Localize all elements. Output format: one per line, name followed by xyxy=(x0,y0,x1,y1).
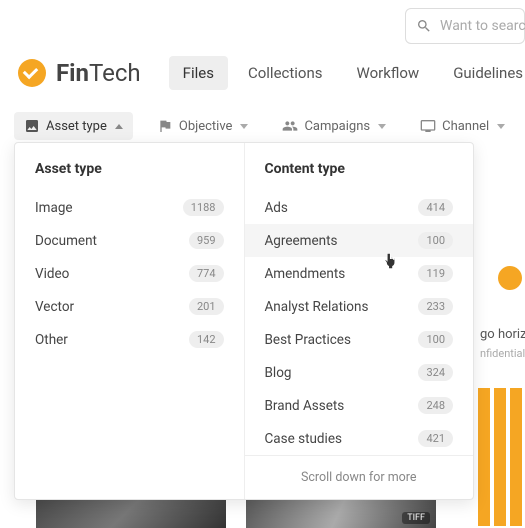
search-icon xyxy=(416,18,432,34)
column-title: Content type xyxy=(245,161,474,191)
chevron-down-icon xyxy=(240,124,248,129)
list-item[interactable]: Video774 xyxy=(15,257,244,290)
flag-icon xyxy=(157,118,173,134)
asset-type-dropdown: Asset type Image1188 Document959 Video77… xyxy=(14,142,474,500)
count-badge: 1188 xyxy=(183,199,224,216)
count-badge: 119 xyxy=(418,265,453,282)
header: FinTech Files Collections Workflow Guide… xyxy=(18,56,525,90)
scroll-more-hint: Scroll down for more xyxy=(245,455,474,499)
count-badge: 201 xyxy=(189,298,224,315)
bg-logo-icon xyxy=(498,266,522,290)
count-badge: 959 xyxy=(189,232,224,249)
column-title: Asset type xyxy=(15,161,244,191)
content-type-column: Content type Ads414 Agreements100 Amendm… xyxy=(244,143,474,499)
count-badge: 100 xyxy=(418,232,453,249)
monitor-icon xyxy=(420,118,436,134)
asset-type-column: Asset type Image1188 Document959 Video77… xyxy=(15,143,244,499)
count-badge: 100 xyxy=(418,331,453,348)
search-placeholder: Want to search xyxy=(440,18,525,34)
tab-guidelines[interactable]: Guidelines xyxy=(439,56,525,90)
bg-card-title: go horiz xyxy=(480,327,525,342)
brand-name: FinTech xyxy=(56,59,141,87)
list-item[interactable]: Image1188 xyxy=(15,191,244,224)
filter-campaigns[interactable]: Campaigns xyxy=(272,112,396,140)
list-item[interactable]: Document959 xyxy=(15,224,244,257)
filter-channel[interactable]: Channel xyxy=(410,112,515,140)
file-badge: TIFF xyxy=(402,512,430,524)
count-badge: 774 xyxy=(189,265,224,282)
list-item[interactable]: Brand Assets248 xyxy=(245,389,474,422)
image-icon xyxy=(24,118,40,134)
count-badge: 248 xyxy=(418,397,453,414)
tab-workflow[interactable]: Workflow xyxy=(343,56,434,90)
count-badge: 414 xyxy=(418,199,453,216)
chevron-down-icon xyxy=(378,124,386,129)
list-item[interactable]: Case studies421 xyxy=(245,422,474,455)
nav-tabs: Files Collections Workflow Guidelines Te… xyxy=(169,56,525,90)
list-item[interactable]: Amendments119 xyxy=(245,257,474,290)
count-badge: 421 xyxy=(418,430,453,447)
tab-collections[interactable]: Collections xyxy=(234,56,337,90)
filter-asset-type[interactable]: Asset type xyxy=(14,112,133,140)
bg-chart-bars xyxy=(478,388,525,526)
count-badge: 233 xyxy=(418,298,453,315)
search-input[interactable]: Want to search xyxy=(405,8,525,44)
list-item[interactable]: Blog324 xyxy=(245,356,474,389)
list-item[interactable]: Other142 xyxy=(15,323,244,356)
list-item[interactable]: Ads414 xyxy=(245,191,474,224)
list-item[interactable]: Analyst Relations233 xyxy=(245,290,474,323)
tab-files[interactable]: Files xyxy=(169,56,228,90)
list-item[interactable]: Best Practices100 xyxy=(245,323,474,356)
count-badge: 142 xyxy=(189,331,224,348)
list-item[interactable]: Agreements100 xyxy=(245,224,474,257)
chevron-up-icon xyxy=(115,124,123,129)
logo-icon xyxy=(18,59,46,87)
filter-objective[interactable]: Objective xyxy=(147,112,259,140)
count-badge: 324 xyxy=(418,364,453,381)
people-icon xyxy=(282,118,298,134)
chevron-down-icon xyxy=(497,124,505,129)
bg-card-sub: nfidential xyxy=(480,347,525,360)
list-item[interactable]: Vector201 xyxy=(15,290,244,323)
